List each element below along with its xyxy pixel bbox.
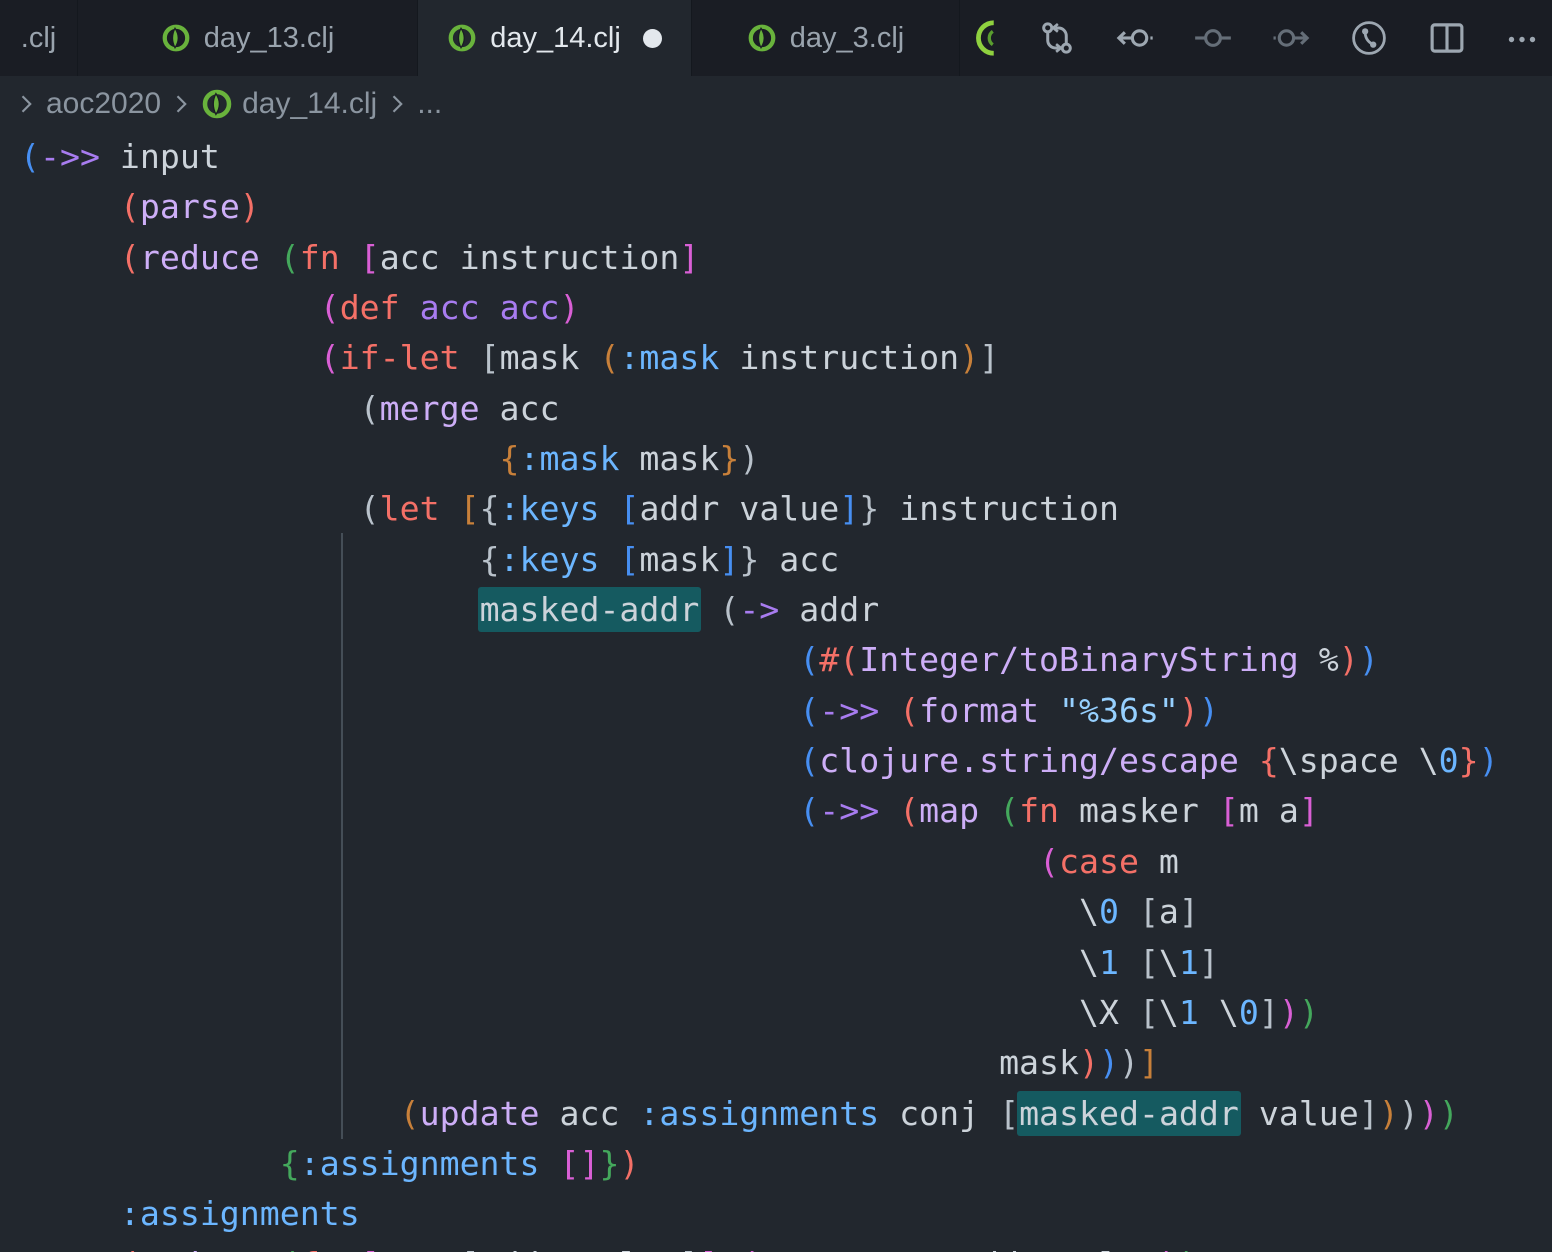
code-line[interactable]: {:assignments []}) [20,1139,1552,1189]
code-line[interactable]: (reduce (fn [acc instruction] [20,233,1552,283]
next-change-icon [1270,17,1312,59]
tab-label: day_14.clj [490,22,621,55]
code-line[interactable]: (case m [20,837,1552,887]
code-line[interactable]: (#(Integer/toBinaryString %)) [20,635,1552,685]
code-line[interactable]: mask)))] [20,1038,1552,1088]
compare-changes-button[interactable] [1036,17,1078,59]
compare-changes-icon [1036,17,1078,59]
breadcrumb-item-aoc2020[interactable]: aoc2020 [46,87,161,121]
code-line[interactable]: :assignments [20,1189,1552,1239]
calva-repl-button[interactable] [976,17,1000,59]
code-line[interactable]: (parse) [20,182,1552,232]
split-editor-button[interactable] [1426,17,1468,59]
chevron-right-icon [166,89,196,119]
code-line[interactable]: masked-addr (-> addr [20,585,1552,635]
next-change-button[interactable] [1270,17,1312,59]
occurrence-highlight: masked-addr [478,587,702,632]
tab-label: day_13.clj [204,22,335,55]
chevron-right-icon [382,89,412,119]
tab-day_14.clj[interactable]: day_14.clj [418,0,692,76]
indent-guide [341,533,343,1139]
code-line[interactable]: (let [{:keys [addr value]} instruction [20,484,1552,534]
code-line[interactable]: (->> (map (fn masker [m a] [20,786,1552,836]
code-line[interactable]: (clojure.string/escape {\space \0}) [20,736,1552,786]
chevron-right-icon [11,89,41,119]
calva-crescent-icon [976,17,1000,59]
clojure-icon [447,23,477,53]
source-control-graph-icon [1348,17,1390,59]
code-line[interactable]: (if-let [mask (:mask instruction)] [20,333,1552,383]
commit-icon [1192,17,1234,59]
tab-label: .clj [21,22,56,55]
tab-label: day_3.clj [790,22,904,55]
code-line[interactable]: \1 [\1] [20,938,1552,988]
editor-actions [976,0,1552,76]
code-line[interactable]: {:mask mask}) [20,434,1552,484]
tab-clj[interactable]: .clj [0,0,78,76]
breadcrumb-label: ... [417,87,442,121]
breadcrumb-label: aoc2020 [46,87,161,121]
code-line[interactable]: \X [\1 \0])) [20,988,1552,1038]
code-line[interactable]: (def acc acc) [20,283,1552,333]
editor[interactable]: (->> input (parse) (reduce (fn [acc inst… [0,132,1552,1252]
clojure-icon [201,88,233,120]
clojure-icon [161,23,191,53]
modified-indicator-dot [643,29,662,48]
code-line[interactable]: {:keys [mask]} acc [20,535,1552,585]
breadcrumb: aoc2020 day_14.clj... [0,76,1552,132]
tab-day_13.clj[interactable]: day_13.clj [78,0,418,76]
more-actions-icon [1504,17,1540,59]
code-line[interactable]: (update acc :assignments conj [masked-ad… [20,1089,1552,1139]
tab-strip: .clj day_13.clj day_14.clj day_3.clj [0,0,960,76]
code-line[interactable]: (->> (format "%36s")) [20,686,1552,736]
previous-change-icon [1114,17,1156,59]
git-commit-button[interactable] [1192,17,1234,59]
code-line[interactable]: (->> input [20,132,1552,182]
code-line[interactable]: \0 [a] [20,887,1552,937]
tab-day_3.clj[interactable]: day_3.clj [692,0,960,76]
code-area: (->> input (parse) (reduce (fn [acc inst… [20,132,1552,1252]
code-line[interactable]: (reduce (fn [acc [addr value]] (assoc ac… [20,1240,1552,1252]
previous-change-button[interactable] [1114,17,1156,59]
tab-bar: .clj day_13.clj day_14.clj day_3.clj [0,0,1552,76]
breadcrumb-item-day_14clj[interactable]: day_14.clj [201,87,377,121]
code-line[interactable]: (merge acc [20,384,1552,434]
clojure-icon [747,23,777,53]
occurrence-highlight: masked-addr [1017,1091,1241,1136]
more-actions-button[interactable] [1504,17,1540,59]
split-editor-icon [1426,17,1468,59]
breadcrumb-item-[interactable]: ... [417,87,442,121]
breadcrumb-label: day_14.clj [242,87,377,121]
source-control-graph-button[interactable] [1348,17,1390,59]
